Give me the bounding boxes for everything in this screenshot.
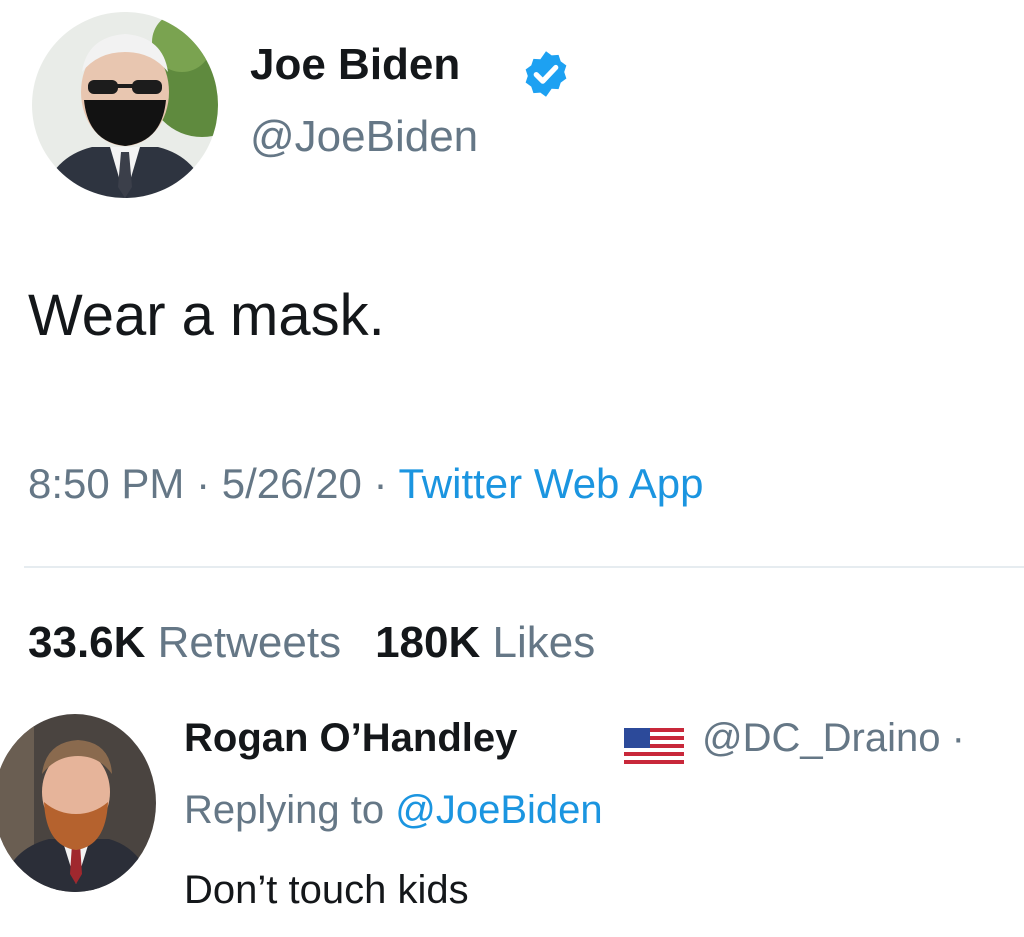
author-name[interactable]: Joe Biden xyxy=(250,40,460,90)
meta-separator: · xyxy=(361,460,399,507)
reply-author-avatar[interactable] xyxy=(0,714,156,892)
likes-stat[interactable]: 180K Likes xyxy=(375,618,595,667)
tweet-text: Wear a mask. xyxy=(28,283,385,348)
us-flag-icon xyxy=(624,728,684,764)
tweet-date[interactable]: 5/26/20 xyxy=(222,460,362,507)
reply-text: Don’t touch kids xyxy=(184,868,469,912)
replying-to-label: Replying to xyxy=(184,788,396,832)
retweets-label: Retweets xyxy=(157,618,342,667)
tweet-stats: 33.6K Retweets 180K Likes xyxy=(28,618,595,668)
tweet-metadata: 8:50 PM · 5/26/20 · Twitter Web App xyxy=(28,460,704,508)
verified-badge-icon xyxy=(525,51,567,97)
divider xyxy=(24,566,1024,568)
tweet-time[interactable]: 8:50 PM xyxy=(28,460,184,507)
replying-to-handle-link[interactable]: @JoeBiden xyxy=(395,788,602,832)
tweet-source-link[interactable]: Twitter Web App xyxy=(398,460,703,507)
likes-label: Likes xyxy=(492,618,596,667)
author-avatar-image xyxy=(32,12,218,198)
meta-separator: · xyxy=(184,460,222,507)
likes-count: 180K xyxy=(375,618,481,667)
reply-author-handle[interactable]: @DC_Draino · xyxy=(702,716,965,761)
replying-to: Replying to @JoeBiden xyxy=(184,788,603,833)
reply-author-avatar-image xyxy=(0,714,156,892)
author-avatar[interactable] xyxy=(32,12,218,198)
retweets-stat[interactable]: 33.6K Retweets xyxy=(28,618,341,667)
reply-author-name[interactable]: Rogan O’Handley xyxy=(184,716,517,761)
retweets-count: 33.6K xyxy=(28,618,146,667)
author-handle[interactable]: @JoeBiden xyxy=(250,112,478,162)
